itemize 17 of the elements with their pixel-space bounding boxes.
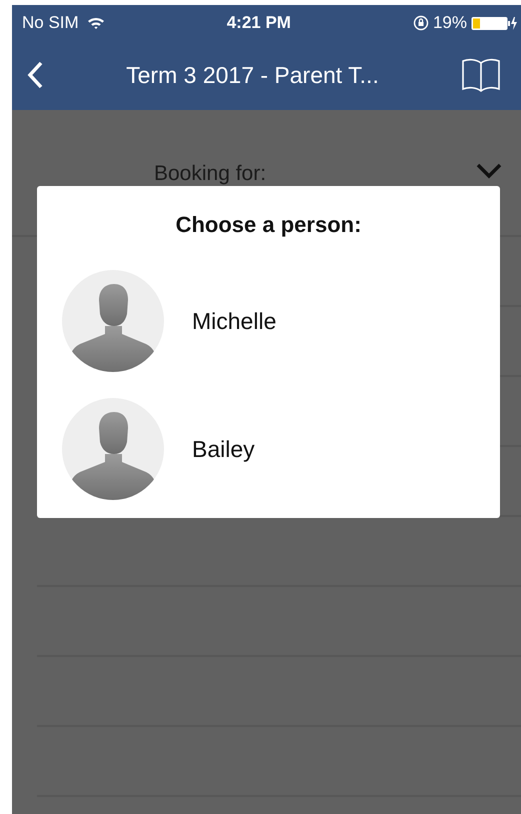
battery-percent: 19% — [432, 12, 467, 34]
carrier-text: No SIM — [22, 12, 79, 34]
back-button[interactable] — [26, 60, 44, 90]
person-item[interactable]: Bailey — [62, 385, 500, 513]
dialog-title: Choose a person: — [174, 211, 362, 239]
book-icon[interactable] — [460, 57, 501, 93]
person-item[interactable]: Michelle — [62, 257, 500, 385]
page-title: Term 3 2017 - Parent T... — [126, 60, 379, 90]
person-name: Bailey — [192, 434, 255, 464]
rotation-lock-icon — [412, 14, 429, 30]
booking-label: Booking for: — [154, 161, 266, 187]
battery-icon — [471, 14, 517, 30]
avatar-icon — [62, 270, 164, 372]
time-text: 4:21 PM — [226, 12, 291, 34]
avatar-icon — [62, 398, 164, 500]
wifi-icon — [86, 16, 105, 30]
person-name: Michelle — [192, 306, 276, 336]
